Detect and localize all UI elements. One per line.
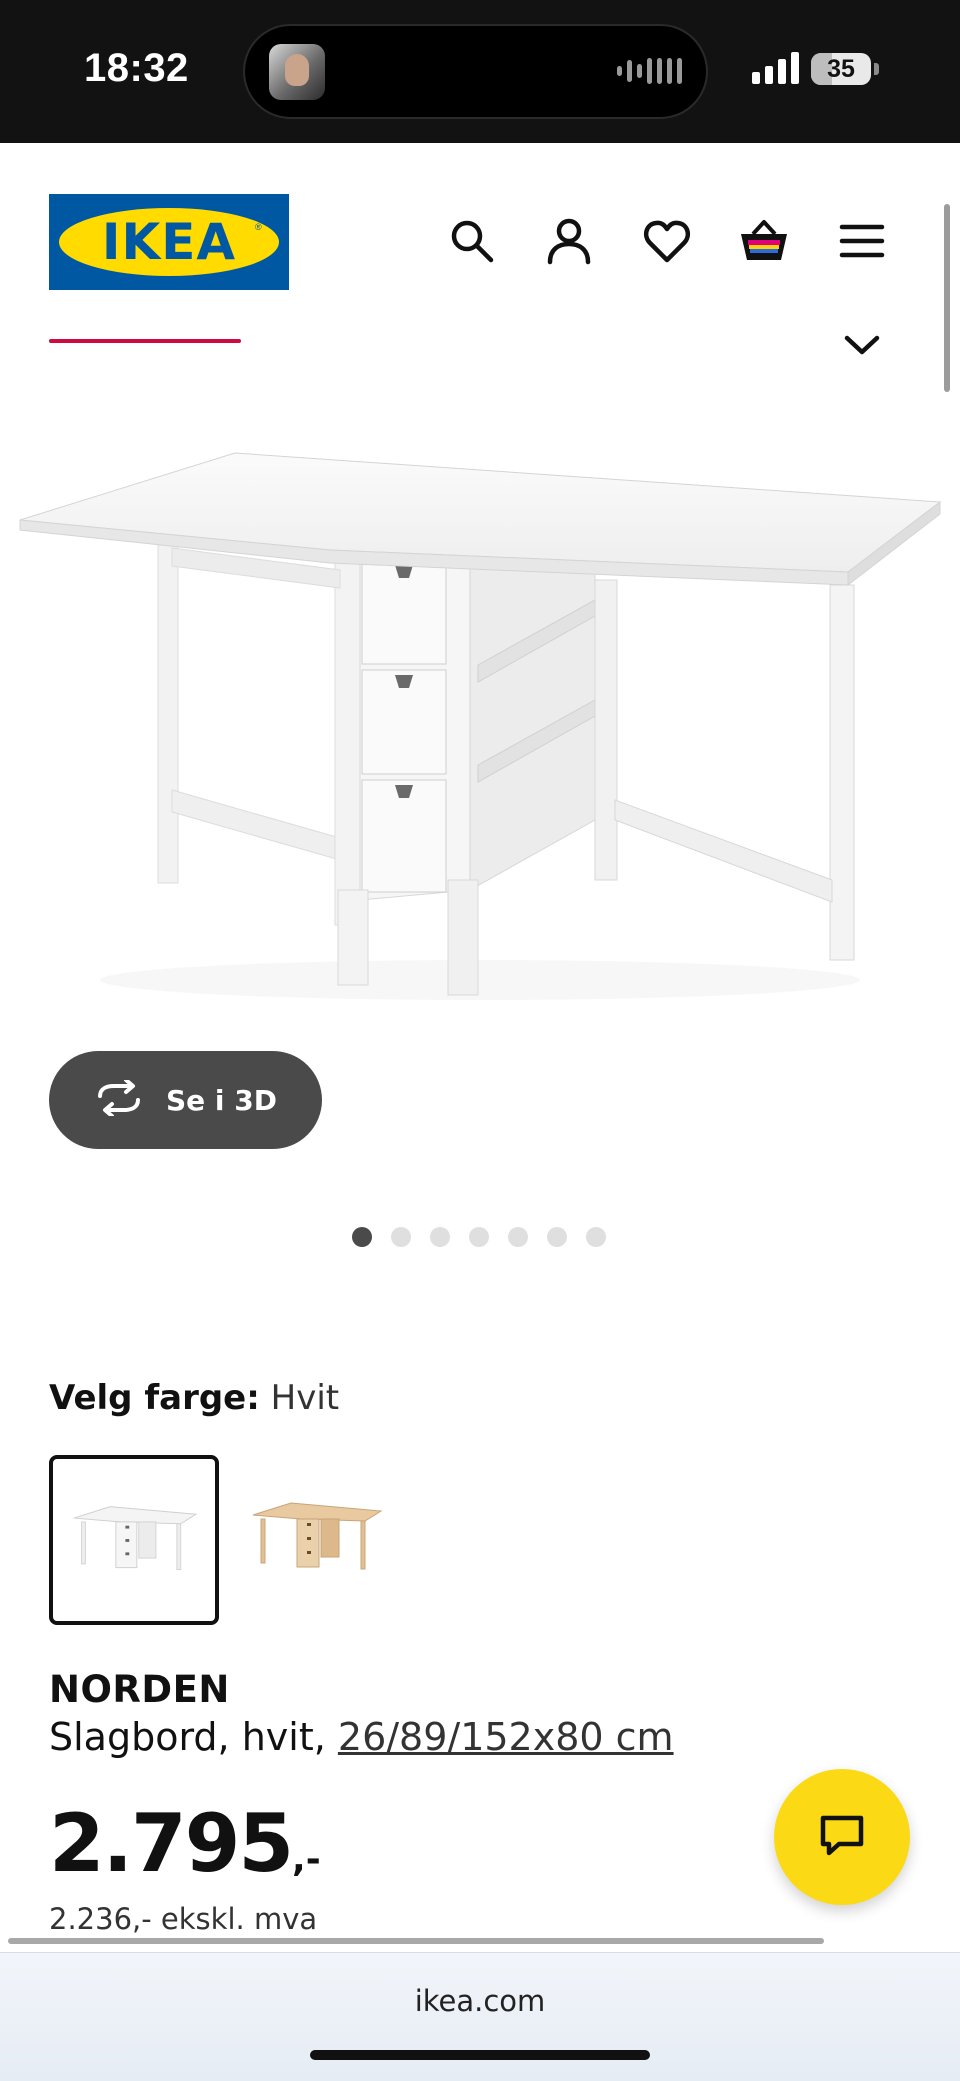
battery-icon: 35 <box>811 53 871 85</box>
heart-icon[interactable] <box>642 216 692 266</box>
price-ex-vat: 2.236,- ekskl. mva <box>49 1902 318 1936</box>
carousel-dot[interactable] <box>469 1227 489 1247</box>
color-swatch-birch[interactable] <box>243 1455 413 1625</box>
product-image[interactable] <box>0 420 960 1020</box>
product-price: 2.795,- <box>49 1797 321 1890</box>
carousel-dot[interactable] <box>391 1227 411 1247</box>
carousel-dot[interactable] <box>430 1227 450 1247</box>
ikea-logo[interactable]: IKEA ® <box>49 194 289 290</box>
selected-color: Hvit <box>270 1378 340 1418</box>
active-tab-underline <box>49 339 241 343</box>
cellular-signal-icon <box>752 52 799 84</box>
product-description: Slagbord, hvit, 26/89/152x80 cm <box>49 1715 674 1759</box>
audio-wave-icon <box>617 58 682 84</box>
rotate-3d-icon <box>94 1077 144 1121</box>
account-icon[interactable] <box>544 216 594 266</box>
home-indicator[interactable] <box>310 2050 650 2060</box>
vertical-scrollbar[interactable] <box>944 204 950 392</box>
color-swatch-white[interactable] <box>49 1455 219 1625</box>
battery-level: 35 <box>827 55 855 83</box>
battery-tip <box>874 63 879 75</box>
url-text[interactable]: ikea.com <box>0 1984 960 2018</box>
chat-button[interactable] <box>774 1769 910 1905</box>
status-bar: 18:32 35 <box>0 0 960 143</box>
status-time: 18:32 <box>84 46 189 90</box>
chevron-down-icon[interactable] <box>842 330 882 360</box>
carousel-dot[interactable] <box>352 1227 372 1247</box>
color-chooser-label: Velg farge: Hvit <box>49 1378 339 1418</box>
carousel-dot[interactable] <box>508 1227 528 1247</box>
menu-icon[interactable] <box>837 216 887 266</box>
price-main: 2.795 <box>49 1797 294 1890</box>
basket-icon[interactable] <box>739 216 789 266</box>
view-3d-label: Se i 3D <box>166 1083 277 1117</box>
registered-mark: ® <box>255 222 262 232</box>
color-label-title: Velg farge: <box>49 1378 260 1418</box>
carousel-dot[interactable] <box>547 1227 567 1247</box>
search-icon[interactable] <box>447 216 497 266</box>
carousel-dots <box>352 1227 606 1247</box>
dynamic-island[interactable] <box>243 24 708 119</box>
product-name: NORDEN <box>49 1668 230 1711</box>
price-suffix: ,- <box>292 1839 321 1880</box>
product-measure-link[interactable]: 26/89/152x80 cm <box>338 1715 674 1759</box>
carousel-dot[interactable] <box>586 1227 606 1247</box>
chat-bubble-icon <box>817 1810 867 1865</box>
view-3d-button[interactable]: Se i 3D <box>49 1051 322 1149</box>
product-type: Slagbord, hvit, <box>49 1715 338 1759</box>
horizontal-scrollbar[interactable] <box>8 1938 824 1944</box>
live-activity-avatar <box>269 44 325 100</box>
logo-text: IKEA <box>101 213 237 271</box>
